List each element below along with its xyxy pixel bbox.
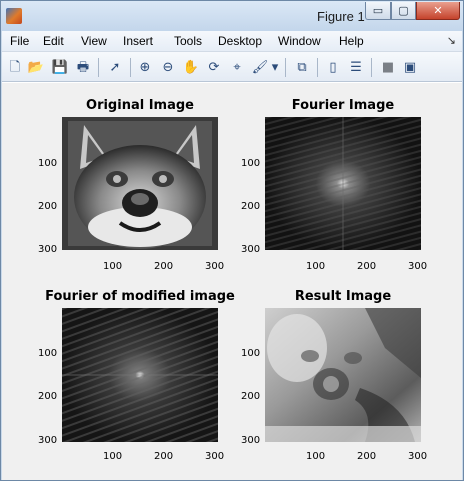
toolbar-separator [130,58,131,77]
original-dog-image [62,117,218,250]
result-dog-image [265,308,421,442]
axes-fourier-image[interactable] [265,117,421,250]
print-icon[interactable]: 🖶 [74,58,92,76]
figure-toolbar: 🗋 📂 💾 🖶 ➚ ⊕ ⊖ ✋ ⟳ ⌖ 🖌 ▾ ⧉ ▯ ☰ ■ ▣ [2,52,462,82]
xtick-label: 200 [357,261,377,272]
zoom-out-icon[interactable]: ⊖ [159,58,177,76]
menu-tools[interactable]: Tools [174,34,202,48]
open-file-icon[interactable]: 📂 [27,58,45,76]
figure-window: Figure 1 ▭ ▢ ✕ File Edit View Insert Too… [0,0,464,481]
zoom-in-icon[interactable]: ⊕ [136,58,154,76]
axes-original-image[interactable] [62,117,218,250]
menu-window[interactable]: Window [278,34,321,48]
toolbar-separator [371,58,372,77]
menu-desktop[interactable]: Desktop [218,34,262,48]
toolbar-separator [285,58,286,77]
plot-title-fourier: Fourier Image [291,98,395,113]
menu-view[interactable]: View [81,34,107,48]
close-button[interactable]: ✕ [416,2,460,20]
ytick-label: 300 [38,435,58,446]
ytick-label: 200 [241,391,261,402]
minimize-button[interactable]: ▭ [365,2,391,20]
pointer-icon[interactable]: ➚ [106,58,124,76]
title-bar[interactable]: Figure 1 ▭ ▢ ✕ [1,1,463,31]
axes-fourier-modified-image[interactable] [62,308,218,442]
menu-edit[interactable]: Edit [43,34,64,48]
xtick-label: 200 [154,451,174,462]
legend-icon[interactable]: ☰ [347,58,365,76]
xtick-label: 300 [408,261,428,272]
xtick-label: 300 [408,451,428,462]
axes-result-image[interactable] [265,308,421,442]
rotate-3d-icon[interactable]: ⟳ [205,58,223,76]
ytick-label: 100 [38,348,58,359]
xtick-label: 100 [103,261,123,272]
brush-dropdown-icon[interactable]: ▾ [270,58,280,76]
save-icon[interactable]: 💾 [51,58,69,76]
hide-plot-tools-icon[interactable]: ■ [379,58,397,76]
show-plot-tools-icon[interactable]: ▣ [401,58,419,76]
data-cursor-icon[interactable]: ⌖ [228,58,246,76]
ytick-label: 300 [38,244,58,255]
ytick-label: 200 [38,391,58,402]
menu-file[interactable]: File [10,34,29,48]
brush-icon[interactable]: 🖌 [251,58,269,76]
window-title: Figure 1 [317,9,365,24]
toolbar-separator [317,58,318,77]
ytick-label: 100 [38,158,58,169]
xtick-label: 300 [205,451,225,462]
plot-title-result: Result Image [294,289,392,304]
colorbar-icon[interactable]: ▯ [324,58,342,76]
new-figure-icon[interactable]: 🗋 [6,58,24,76]
ytick-label: 200 [241,201,261,212]
dock-figure-icon[interactable]: ↘ [447,34,456,47]
xtick-label: 200 [154,261,174,272]
xtick-label: 100 [103,451,123,462]
link-plot-icon[interactable]: ⧉ [293,58,311,76]
pan-hand-icon[interactable]: ✋ [182,58,200,76]
matlab-logo-icon [6,8,22,24]
menu-bar: File Edit View Insert Tools Desktop Wind… [2,31,462,52]
fourier-modified-spectrum-image [62,308,218,442]
xtick-label: 300 [205,261,225,272]
ytick-label: 300 [241,244,261,255]
xtick-label: 100 [306,451,326,462]
ytick-label: 100 [241,348,261,359]
xtick-label: 200 [357,451,377,462]
ytick-label: 300 [241,435,261,446]
xtick-label: 100 [306,261,326,272]
plot-title-original: Original Image [86,98,194,113]
menu-insert[interactable]: Insert [123,34,153,48]
maximize-button[interactable]: ▢ [391,2,416,20]
menu-help[interactable]: Help [339,34,364,48]
fourier-spectrum-image [265,117,421,250]
toolbar-separator [98,58,99,77]
plot-title-fourier-modified: Fourier of modified image [45,289,235,304]
ytick-label: 100 [241,158,261,169]
ytick-label: 200 [38,201,58,212]
figure-canvas: Original Image 100 200 300 100 200 300 F… [2,82,462,480]
